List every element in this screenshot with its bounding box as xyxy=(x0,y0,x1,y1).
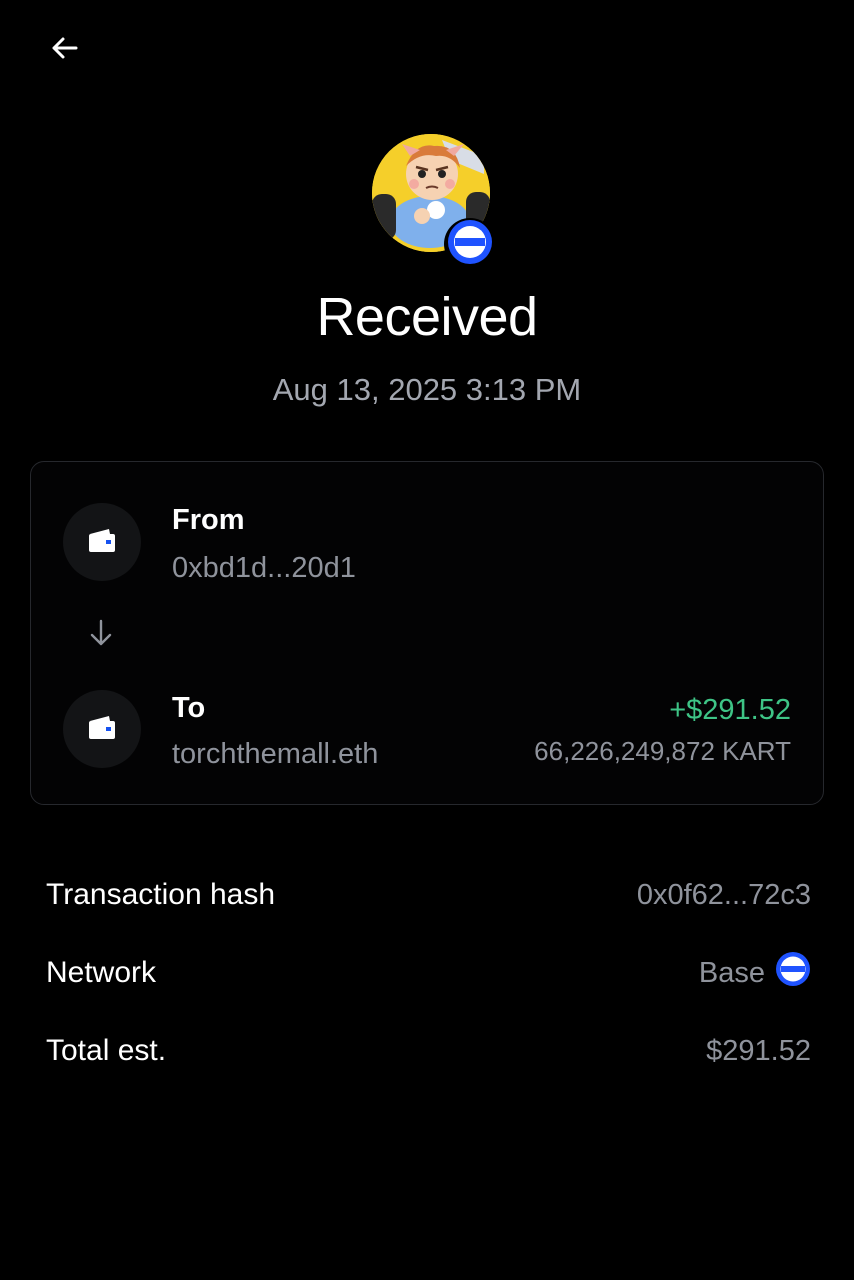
network-row: Network Base xyxy=(46,951,811,995)
network-badge xyxy=(444,218,496,270)
arrow-left-icon xyxy=(50,36,78,65)
total-estimate-row: Total est. $291.52 xyxy=(46,1029,811,1073)
base-network-icon xyxy=(775,951,811,995)
transfer-card: From 0xbd1d...20d1 To torchthemall.eth +… xyxy=(30,461,824,805)
amount-token: 66,226,249,872 KART xyxy=(534,736,791,766)
from-wallet-avatar xyxy=(63,503,141,581)
back-button[interactable] xyxy=(40,30,88,70)
from-address[interactable]: 0xbd1d...20d1 xyxy=(172,552,356,585)
transaction-hash-label: Transaction hash xyxy=(46,878,276,911)
total-estimate-value: $291.52 xyxy=(706,1034,811,1067)
to-address[interactable]: torchthemall.eth xyxy=(172,738,378,771)
amount-usd: +$291.52 xyxy=(669,694,791,726)
to-wallet-avatar xyxy=(63,690,141,768)
base-network-icon xyxy=(447,219,493,270)
wallet-icon xyxy=(87,527,117,558)
token-avatar-group xyxy=(372,134,498,270)
wallet-icon xyxy=(87,714,117,745)
transaction-hash-row[interactable]: Transaction hash 0x0f62...72c3 xyxy=(46,873,811,917)
network-name: Base xyxy=(698,956,765,989)
arrow-down-icon xyxy=(87,618,115,653)
to-label: To xyxy=(172,692,206,724)
from-label: From xyxy=(172,504,245,536)
status-title: Received xyxy=(316,287,538,347)
total-estimate-label: Total est. xyxy=(46,1034,167,1067)
network-value: Base xyxy=(699,951,811,995)
network-label: Network xyxy=(46,956,157,989)
transaction-datetime: Aug 13, 2025 3:13 PM xyxy=(272,372,582,407)
transaction-hash-value[interactable]: 0x0f62...72c3 xyxy=(637,879,811,912)
